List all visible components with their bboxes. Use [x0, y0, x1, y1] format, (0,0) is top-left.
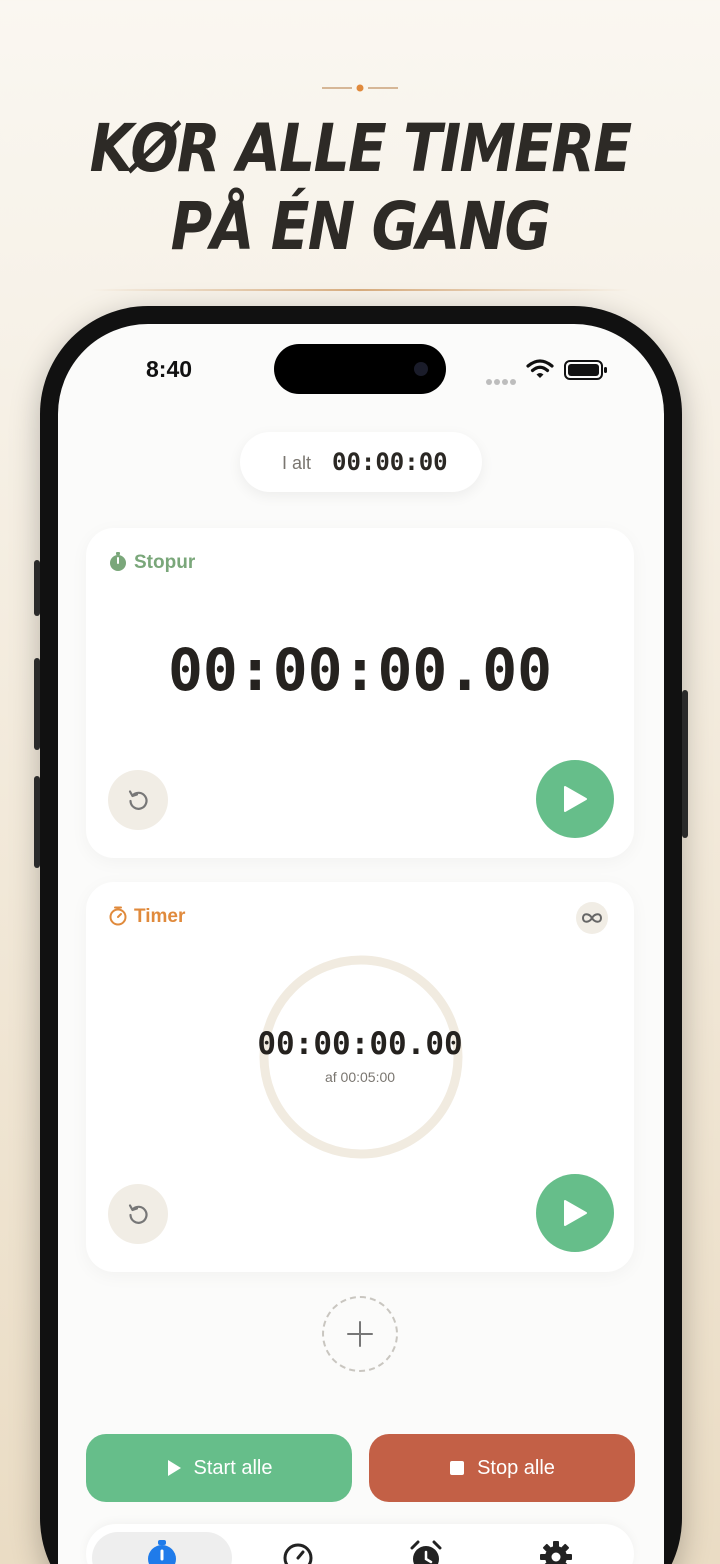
headline-line-1: KØR ALLE TIMERE	[89, 110, 632, 187]
status-time: 8:40	[146, 356, 193, 382]
timer-title: Timer	[134, 906, 186, 927]
add-timer-button[interactable]	[322, 1296, 398, 1372]
power-button	[682, 690, 688, 838]
timer-reset-button[interactable]	[108, 1184, 168, 1244]
total-time-pill: I alt 00:00:00	[240, 432, 482, 492]
start-all-button[interactable]: Start alle	[86, 1434, 352, 1502]
reset-icon	[128, 790, 148, 810]
loop-toggle-button[interactable]	[576, 902, 608, 934]
camera-icon	[414, 362, 428, 376]
plus-icon	[347, 1321, 373, 1347]
timer-play-button[interactable]	[536, 1174, 614, 1252]
tab-settings[interactable]	[486, 1532, 626, 1564]
headline: KØR ALLE TIMERE PÅ ÉN GANG	[50, 110, 669, 266]
volume-down-button	[34, 776, 40, 868]
stopwatch-icon	[148, 1540, 176, 1564]
reset-icon	[128, 1204, 148, 1224]
total-value: 00:00:00	[332, 448, 448, 476]
battery-icon	[564, 360, 607, 380]
ornament-divider	[322, 84, 398, 92]
play-icon	[564, 1200, 587, 1226]
start-all-label: Start alle	[193, 1456, 273, 1479]
total-label: I alt	[282, 453, 312, 473]
wifi-icon	[526, 359, 554, 378]
signal-dots-icon	[486, 372, 518, 390]
stopwatch-reset-button[interactable]	[108, 770, 168, 830]
tab-alarm[interactable]	[356, 1532, 496, 1564]
stopwatch-play-button[interactable]	[536, 760, 614, 838]
stopwatch-card: Stopur 00:00:00.00	[86, 528, 634, 858]
timer-duration-label: af 00:05:00	[324, 1069, 396, 1085]
dynamic-island	[274, 344, 446, 394]
stopwatch-display: 00:00:00.00	[167, 636, 553, 704]
timer-card: Timer 00:00:00.00 af 00:05:00	[86, 882, 634, 1272]
stop-all-label: Stop alle	[477, 1456, 555, 1479]
side-button	[34, 560, 40, 616]
stop-all-button[interactable]: Stop alle	[369, 1434, 635, 1502]
stopwatch-title: Stopur	[134, 552, 196, 573]
tab-timer[interactable]	[228, 1532, 368, 1564]
header-divider	[90, 289, 630, 291]
alarm-clock-icon	[410, 1540, 442, 1564]
timer-icon	[283, 1543, 313, 1564]
play-icon	[564, 786, 587, 812]
timer-display: 00:00:00.00	[257, 1026, 463, 1062]
stop-icon	[450, 1461, 465, 1475]
tab-stopwatch[interactable]	[92, 1532, 232, 1564]
infinity-icon	[581, 913, 603, 923]
tab-bar	[86, 1524, 634, 1564]
play-icon	[167, 1460, 181, 1476]
volume-up-button	[34, 658, 40, 750]
timer-icon	[109, 906, 127, 926]
headline-line-2: PÅ ÉN GANG	[170, 188, 551, 265]
stopwatch-icon	[110, 552, 126, 571]
gear-icon	[540, 1541, 572, 1564]
